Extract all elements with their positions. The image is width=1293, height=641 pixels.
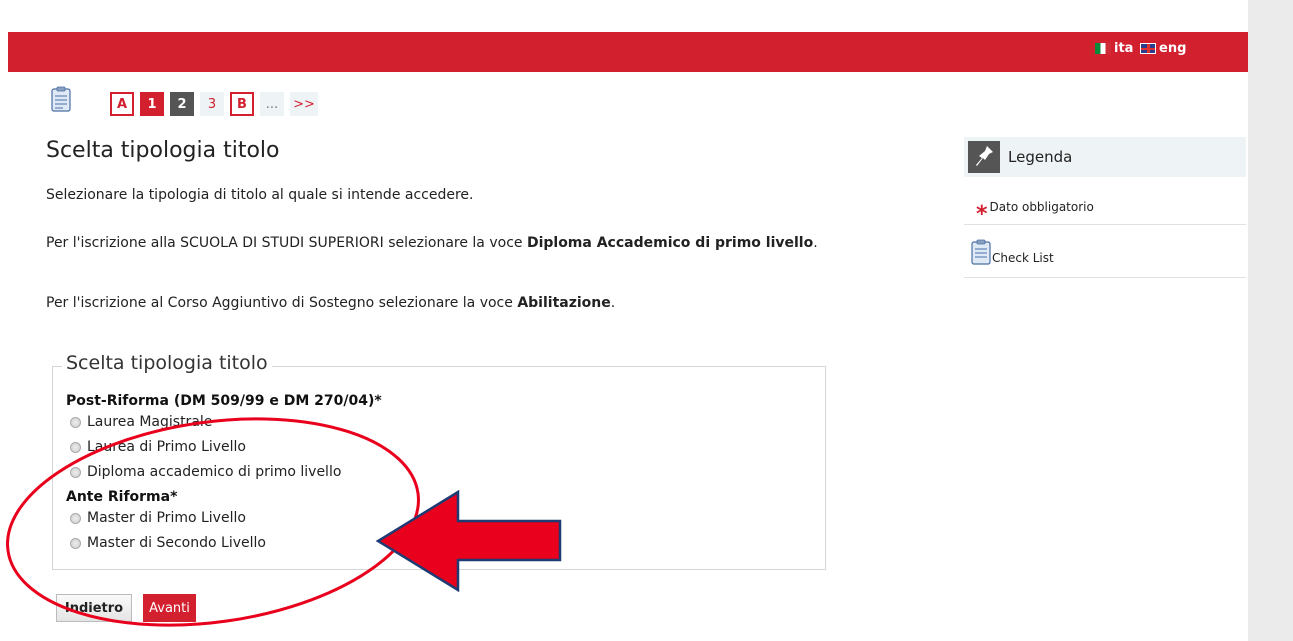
step-a[interactable]: A — [110, 92, 134, 116]
note-sostegno: Per l'iscrizione al Corso Aggiuntivo di … — [46, 293, 826, 313]
next-button[interactable]: Avanti — [143, 594, 196, 622]
wizard-steps: A 1 2 3 B ... >> — [110, 92, 318, 116]
radio-label: Diploma accademico di primo livello — [87, 464, 342, 480]
page-scrollbar[interactable] — [1248, 0, 1293, 641]
radio-circle[interactable] — [70, 537, 81, 549]
lang-italian-link[interactable]: ita — [1095, 41, 1133, 56]
lang-it-label: ita — [1114, 41, 1134, 56]
note-scuola-post: . — [813, 235, 818, 251]
step-next[interactable]: >> — [290, 92, 318, 116]
radio-label: Laurea Magistrale — [87, 414, 213, 430]
radio-circle[interactable] — [70, 416, 81, 428]
asterisk-icon: * — [976, 202, 988, 227]
italy-flag-icon — [1095, 43, 1111, 54]
note-sostegno-post: . — [610, 295, 616, 311]
legend-title: Legenda — [1008, 148, 1073, 166]
legend-checklist-label: Check List — [992, 251, 1054, 265]
note-scuola-bold: Diploma Accademico di primo livello — [526, 235, 814, 251]
fieldset-legend: Scelta tipologia titolo — [62, 352, 272, 374]
header-bar: ita eng — [8, 32, 1248, 72]
legend-required-label: Dato obbligatorio — [989, 200, 1094, 214]
legend-required-row: * Dato obbligatorio — [964, 180, 1246, 227]
step-3[interactable]: 3 — [200, 92, 224, 116]
radio-label: Laurea di Primo Livello — [87, 439, 246, 455]
legend-header: Legenda — [964, 137, 1246, 177]
group-ante-riforma-label: Ante Riforma* — [66, 489, 178, 505]
clipboard-icon — [51, 86, 71, 112]
radio-label: Master di Secondo Livello — [87, 535, 266, 551]
lang-en-label: eng — [1159, 41, 1187, 56]
note-scuola: Per l'iscrizione alla SCUOLA DI STUDI SU… — [46, 233, 826, 253]
step-2[interactable]: 2 — [170, 92, 194, 116]
uk-flag-icon — [1140, 43, 1156, 54]
note-scuola-pre: Per l'iscrizione alla SCUOLA DI STUDI SU… — [46, 235, 527, 251]
radio-circle[interactable] — [70, 466, 81, 478]
step-b[interactable]: B — [230, 92, 254, 116]
pushpin-icon — [968, 141, 1000, 173]
radio-label: Master di Primo Livello — [87, 510, 246, 526]
note-sostegno-bold: Abilitazione — [517, 295, 611, 311]
radio-diploma-accademico[interactable]: Diploma accademico di primo livello — [70, 464, 341, 480]
radio-laurea-primo-livello[interactable]: Laurea di Primo Livello — [70, 439, 246, 455]
clipboard-icon — [971, 239, 991, 265]
page-title: Scelta tipologia titolo — [46, 138, 280, 163]
radio-master-secondo-livello[interactable]: Master di Secondo Livello — [70, 535, 266, 551]
radio-laurea-magistrale[interactable]: Laurea Magistrale — [70, 414, 212, 430]
step-1[interactable]: 1 — [140, 92, 164, 116]
lang-english-link[interactable]: eng — [1140, 41, 1186, 56]
radio-master-primo-livello[interactable]: Master di Primo Livello — [70, 510, 246, 526]
intro-text: Selezionare la tipologia di titolo al qu… — [46, 187, 474, 203]
step-more: ... — [260, 92, 284, 116]
back-button[interactable]: Indietro — [56, 594, 132, 622]
note-sostegno-pre: Per l'iscrizione al Corso Aggiuntivo di … — [46, 295, 518, 311]
radio-circle[interactable] — [70, 441, 81, 453]
group-post-riforma-label: Post-Riforma (DM 509/99 e DM 270/04)* — [66, 393, 382, 409]
legend-checklist-row[interactable]: Check List — [964, 226, 1246, 278]
radio-circle[interactable] — [70, 512, 81, 524]
